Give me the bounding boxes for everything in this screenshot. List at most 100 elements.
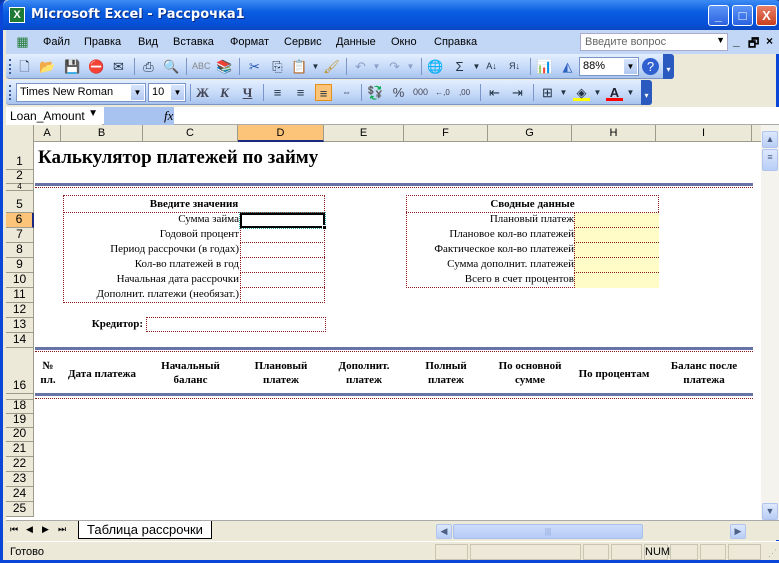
horizontal-scrollbar[interactable]: ◀ ||| ▶ bbox=[436, 524, 756, 539]
payments-per-year-input[interactable] bbox=[240, 258, 325, 273]
drawing-icon[interactable]: ◭ bbox=[559, 58, 576, 75]
decrease-decimal-button[interactable]: ,00 bbox=[456, 84, 473, 101]
lender-input[interactable] bbox=[146, 317, 326, 332]
open-icon[interactable]: 📂 bbox=[39, 58, 56, 75]
row-header[interactable]: 4 bbox=[6, 183, 34, 191]
scroll-thumb[interactable]: ≡ bbox=[762, 149, 778, 171]
font-color-dropdown-icon[interactable]: ▼ bbox=[622, 84, 639, 101]
italic-button[interactable]: К bbox=[216, 84, 233, 101]
autosum-icon[interactable]: Σ bbox=[451, 58, 468, 75]
menu-tools[interactable]: Сервис bbox=[284, 36, 322, 48]
menu-edit[interactable]: Правка bbox=[84, 36, 121, 48]
increase-indent-icon[interactable]: ⇥ bbox=[509, 84, 526, 101]
spreadsheet-grid[interactable]: A B C D E F G H I 1 2 4 5 6 7 8 9 10 11 … bbox=[6, 125, 761, 520]
toolbar-grip[interactable] bbox=[9, 85, 12, 100]
column-header-c[interactable]: C bbox=[143, 125, 238, 142]
row-header[interactable]: 13 bbox=[6, 317, 34, 333]
row-header[interactable]: 20 bbox=[6, 426, 34, 442]
toolbar-grip[interactable] bbox=[9, 59, 12, 74]
close-button[interactable]: X bbox=[756, 5, 777, 26]
column-header-e[interactable]: E bbox=[324, 125, 404, 142]
menu-file[interactable]: Файл bbox=[43, 36, 70, 48]
sort-asc-icon[interactable]: А↓ bbox=[483, 58, 500, 75]
thousands-button[interactable]: 000 bbox=[412, 84, 429, 101]
sort-desc-icon[interactable]: Я↓ bbox=[506, 58, 523, 75]
increase-decimal-button[interactable]: ←,0 bbox=[434, 84, 451, 101]
select-all-corner[interactable] bbox=[6, 125, 34, 142]
doc-close-button[interactable]: × bbox=[766, 34, 773, 48]
spelling-icon[interactable]: ABC bbox=[192, 58, 211, 75]
row-header[interactable]: 8 bbox=[6, 242, 34, 258]
save-icon[interactable]: 💾 bbox=[64, 58, 81, 75]
last-sheet-icon[interactable]: ⏭ bbox=[58, 524, 66, 535]
underline-button[interactable]: Ч bbox=[239, 84, 256, 101]
chevron-down-icon[interactable]: ▼ bbox=[716, 35, 725, 45]
prev-sheet-icon[interactable]: ◀ bbox=[26, 524, 33, 535]
font-size-select[interactable]: 10 ▼ bbox=[148, 83, 186, 102]
hyperlink-icon[interactable]: 🌐 bbox=[427, 58, 444, 75]
chevron-down-icon[interactable]: ▼ bbox=[131, 85, 144, 100]
row-header[interactable]: 9 bbox=[6, 257, 34, 273]
menu-data[interactable]: Данные bbox=[336, 36, 376, 48]
undo-icon[interactable]: ↶ bbox=[352, 58, 369, 75]
column-header-i[interactable]: I bbox=[656, 125, 752, 142]
percent-button[interactable]: % bbox=[390, 84, 407, 101]
font-color-icon[interactable]: A bbox=[606, 84, 623, 101]
paste-icon[interactable]: 📋 bbox=[291, 58, 308, 75]
row-header[interactable]: 14 bbox=[6, 332, 34, 348]
chevron-down-icon[interactable]: ▼ bbox=[624, 59, 637, 74]
extra-payments-input[interactable] bbox=[240, 288, 325, 303]
borders-icon[interactable]: ⊞ bbox=[539, 84, 556, 101]
row-header[interactable]: 23 bbox=[6, 471, 34, 487]
scheduled-count-value[interactable] bbox=[574, 228, 659, 243]
first-sheet-icon[interactable]: ⏮ bbox=[10, 524, 18, 535]
column-header-a[interactable]: A bbox=[34, 125, 61, 142]
column-header-d[interactable]: D bbox=[238, 125, 324, 142]
align-left-icon[interactable]: ≡ bbox=[269, 84, 286, 101]
scroll-up-icon[interactable]: ▲ bbox=[762, 131, 778, 148]
maximize-button[interactable]: □ bbox=[732, 5, 753, 26]
toolbar-options-icon[interactable]: ▾ bbox=[641, 80, 652, 105]
permission-icon[interactable]: ⛔ bbox=[88, 58, 105, 75]
row-header[interactable]: 12 bbox=[6, 302, 34, 318]
vertical-scrollbar[interactable]: ▲ ≡ ▼ bbox=[761, 125, 779, 520]
row-header[interactable]: 5 bbox=[6, 191, 34, 213]
column-header-f[interactable]: F bbox=[404, 125, 488, 142]
column-header-h[interactable]: H bbox=[572, 125, 656, 142]
total-extra-value[interactable] bbox=[574, 258, 659, 273]
bold-button[interactable]: Ж bbox=[194, 84, 211, 101]
toolbar-options-icon[interactable]: ▾ bbox=[663, 54, 674, 79]
column-header-b[interactable]: B bbox=[61, 125, 143, 142]
fill-color-icon[interactable]: ◈ bbox=[573, 84, 590, 101]
undo-dropdown-icon[interactable]: ▼ bbox=[368, 58, 385, 75]
annual-rate-input[interactable] bbox=[240, 228, 325, 243]
print-preview-icon[interactable]: 🔍 bbox=[163, 58, 180, 75]
chevron-down-icon[interactable]: ▼ bbox=[171, 85, 184, 100]
email-icon[interactable]: ✉ bbox=[110, 58, 127, 75]
horizontal-scroll-thumb[interactable]: ||| bbox=[453, 524, 643, 539]
function-icon[interactable]: fx bbox=[164, 108, 173, 124]
row-header[interactable]: 25 bbox=[6, 501, 34, 517]
cut-icon[interactable]: ✂ bbox=[246, 58, 263, 75]
scroll-down-icon[interactable]: ▼ bbox=[762, 503, 778, 520]
decrease-indent-icon[interactable]: ⇤ bbox=[486, 84, 503, 101]
print-icon[interactable]: ⎙ bbox=[140, 58, 157, 75]
next-sheet-icon[interactable]: ▶ bbox=[42, 524, 49, 535]
help-icon[interactable]: ? bbox=[642, 58, 659, 75]
menu-insert[interactable]: Вставка bbox=[173, 36, 214, 48]
align-right-icon[interactable]: ≡ bbox=[315, 84, 332, 101]
chevron-down-icon[interactable]: ▼ bbox=[88, 108, 98, 119]
scroll-left-icon[interactable]: ◀ bbox=[436, 524, 452, 539]
currency-icon[interactable]: 💱 bbox=[367, 84, 384, 101]
start-date-input[interactable] bbox=[240, 273, 325, 288]
borders-dropdown-icon[interactable]: ▼ bbox=[555, 84, 572, 101]
total-interest-value[interactable] bbox=[574, 273, 659, 288]
sheet-tab-amortization[interactable]: Таблица рассрочки bbox=[78, 521, 212, 539]
merge-center-icon[interactable]: ⇔ bbox=[338, 84, 355, 101]
row-header[interactable]: 7 bbox=[6, 227, 34, 243]
scheduled-payment-value[interactable] bbox=[574, 213, 659, 228]
row-header[interactable]: 10 bbox=[6, 272, 34, 288]
name-box[interactable]: Loan_Amount ▼ bbox=[6, 107, 102, 125]
loan-period-input[interactable] bbox=[240, 243, 325, 258]
formula-input[interactable] bbox=[178, 107, 778, 125]
